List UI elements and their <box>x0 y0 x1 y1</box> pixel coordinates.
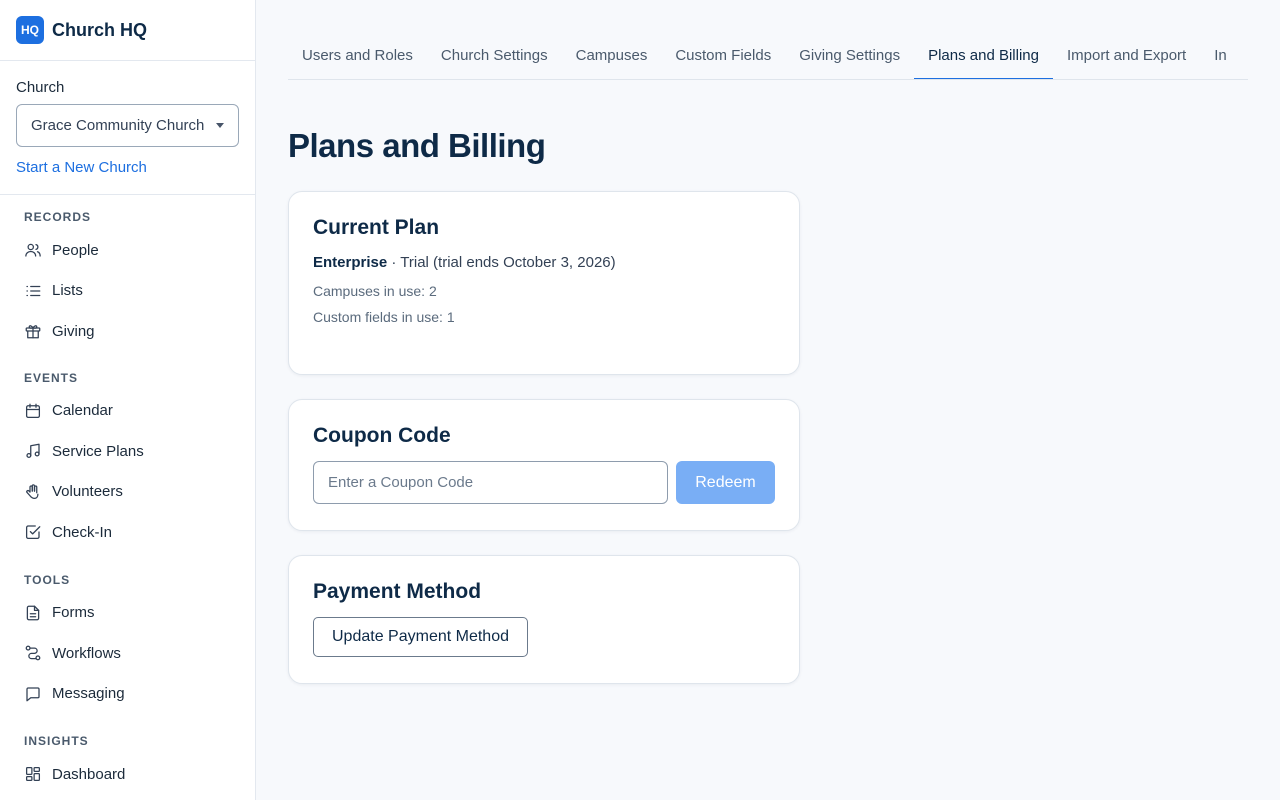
sidebar-item-label: Giving <box>52 322 95 340</box>
current-plan-title: Current Plan <box>313 216 440 239</box>
sidebar-item-dashboard[interactable]: Dashboard <box>24 754 231 795</box>
sidebar-item-label: Calendar <box>52 402 113 420</box>
list-icon <box>26 285 41 296</box>
current-plan-card: Current Plan Enterprise · Trial (trial e… <box>288 191 800 375</box>
nav-heading-insights: INSIGHTS <box>24 734 89 748</box>
dashboard-icon <box>25 767 41 782</box>
sidebar-nav: RECORDS People Lists Giving EVENTS Calen… <box>0 210 255 795</box>
sidebar-item-label: Messaging <box>52 685 125 703</box>
document-icon <box>26 605 40 621</box>
redeem-button[interactable]: Redeem <box>676 461 775 504</box>
message-icon <box>26 687 40 702</box>
payment-method-title: Payment Method <box>313 580 482 603</box>
brand-logo-icon[interactable]: HQ <box>16 16 44 44</box>
plan-summary: Enterprise · Trial (trial ends October 3… <box>313 254 775 271</box>
sidebar-item-label: Lists <box>52 282 83 300</box>
tab-overflow[interactable]: In <box>1200 32 1241 79</box>
calendar-icon <box>25 403 41 418</box>
sidebar-item-lists[interactable]: Lists <box>24 271 231 312</box>
campuses-usage: Campuses in use: 2 <box>313 283 437 299</box>
hand-icon <box>26 483 39 499</box>
coupon-row: Redeem <box>313 461 775 504</box>
settings-tabs: Users and Roles Church Settings Campuses Cu… <box>288 32 1248 80</box>
coupon-title: Coupon Code <box>313 424 451 447</box>
tab-plans-and-billing[interactable]: Plans and Billing <box>914 32 1053 79</box>
sidebar-item-label: Check-In <box>52 523 113 541</box>
start-new-church-link[interactable]: Start a New Church <box>16 159 239 176</box>
sidebar-item-people[interactable]: People <box>24 230 231 271</box>
tab-users-and-roles[interactable]: Users and Roles <box>288 32 427 79</box>
tab-campuses[interactable]: Campuses <box>562 32 662 79</box>
tab-custom-fields[interactable]: Custom Fields <box>661 32 785 79</box>
nav-heading-tools: TOOLS <box>24 572 71 587</box>
sidebar-item-calendar[interactable]: Calendar <box>24 391 231 432</box>
tab-import-and-export[interactable]: Import and Export <box>1053 32 1200 79</box>
check-square-icon <box>25 525 41 540</box>
brand: HQ Church HQ <box>0 0 255 61</box>
tab-church-settings[interactable]: Church Settings <box>427 32 562 79</box>
plan-status: · Trial (trial ends October 3, 2026) <box>387 254 616 271</box>
workflow-icon <box>25 645 41 661</box>
update-payment-method-button[interactable]: Update Payment Method <box>313 617 528 657</box>
sidebar-item-workflows[interactable]: Workflows <box>24 633 231 674</box>
church-selector-block: Church Grace Community Church Start a Ne… <box>0 61 255 195</box>
chevron-down-icon <box>216 123 224 128</box>
sidebar-item-check-in[interactable]: Check-In <box>24 512 231 553</box>
coupon-card: Coupon Code Redeem <box>288 399 800 531</box>
brand-name[interactable]: Church HQ <box>52 20 147 41</box>
people-icon <box>25 243 41 257</box>
church-select[interactable]: Grace Community Church <box>16 104 239 147</box>
sidebar-item-label: Workflows <box>52 644 121 662</box>
main-content: Users and Roles Church Settings Campuses Cu… <box>256 0 1280 800</box>
custom-fields-usage: Custom fields in use: 1 <box>313 309 455 325</box>
payment-method-card: Payment Method Update Payment Method <box>288 555 800 684</box>
sidebar-item-service-plans[interactable]: Service Plans <box>24 431 231 472</box>
sidebar-item-giving[interactable]: Giving <box>24 311 231 352</box>
gift-icon <box>25 325 41 339</box>
church-label: Church <box>16 79 65 96</box>
sidebar-item-messaging[interactable]: Messaging <box>24 674 231 715</box>
sidebar-item-label: Service Plans <box>52 442 144 460</box>
page-title: Plans and Billing <box>288 127 546 164</box>
coupon-input[interactable] <box>313 461 668 504</box>
nav-heading-events: EVENTS <box>24 370 79 385</box>
church-select-value: Grace Community Church <box>31 117 205 134</box>
sidebar: HQ Church HQ Church Grace Community Chur… <box>0 0 256 800</box>
nav-heading-records: RECORDS <box>24 210 92 224</box>
sidebar-item-label: Volunteers <box>52 483 123 501</box>
sidebar-item-label: Dashboard <box>52 765 126 783</box>
music-icon <box>26 443 40 459</box>
plan-name: Enterprise <box>313 254 388 271</box>
sidebar-item-forms[interactable]: Forms <box>24 593 231 634</box>
tab-giving-settings[interactable]: Giving Settings <box>785 32 914 79</box>
sidebar-item-label: Forms <box>52 604 95 622</box>
sidebar-item-volunteers[interactable]: Volunteers <box>24 472 231 513</box>
sidebar-item-label: People <box>52 241 99 259</box>
